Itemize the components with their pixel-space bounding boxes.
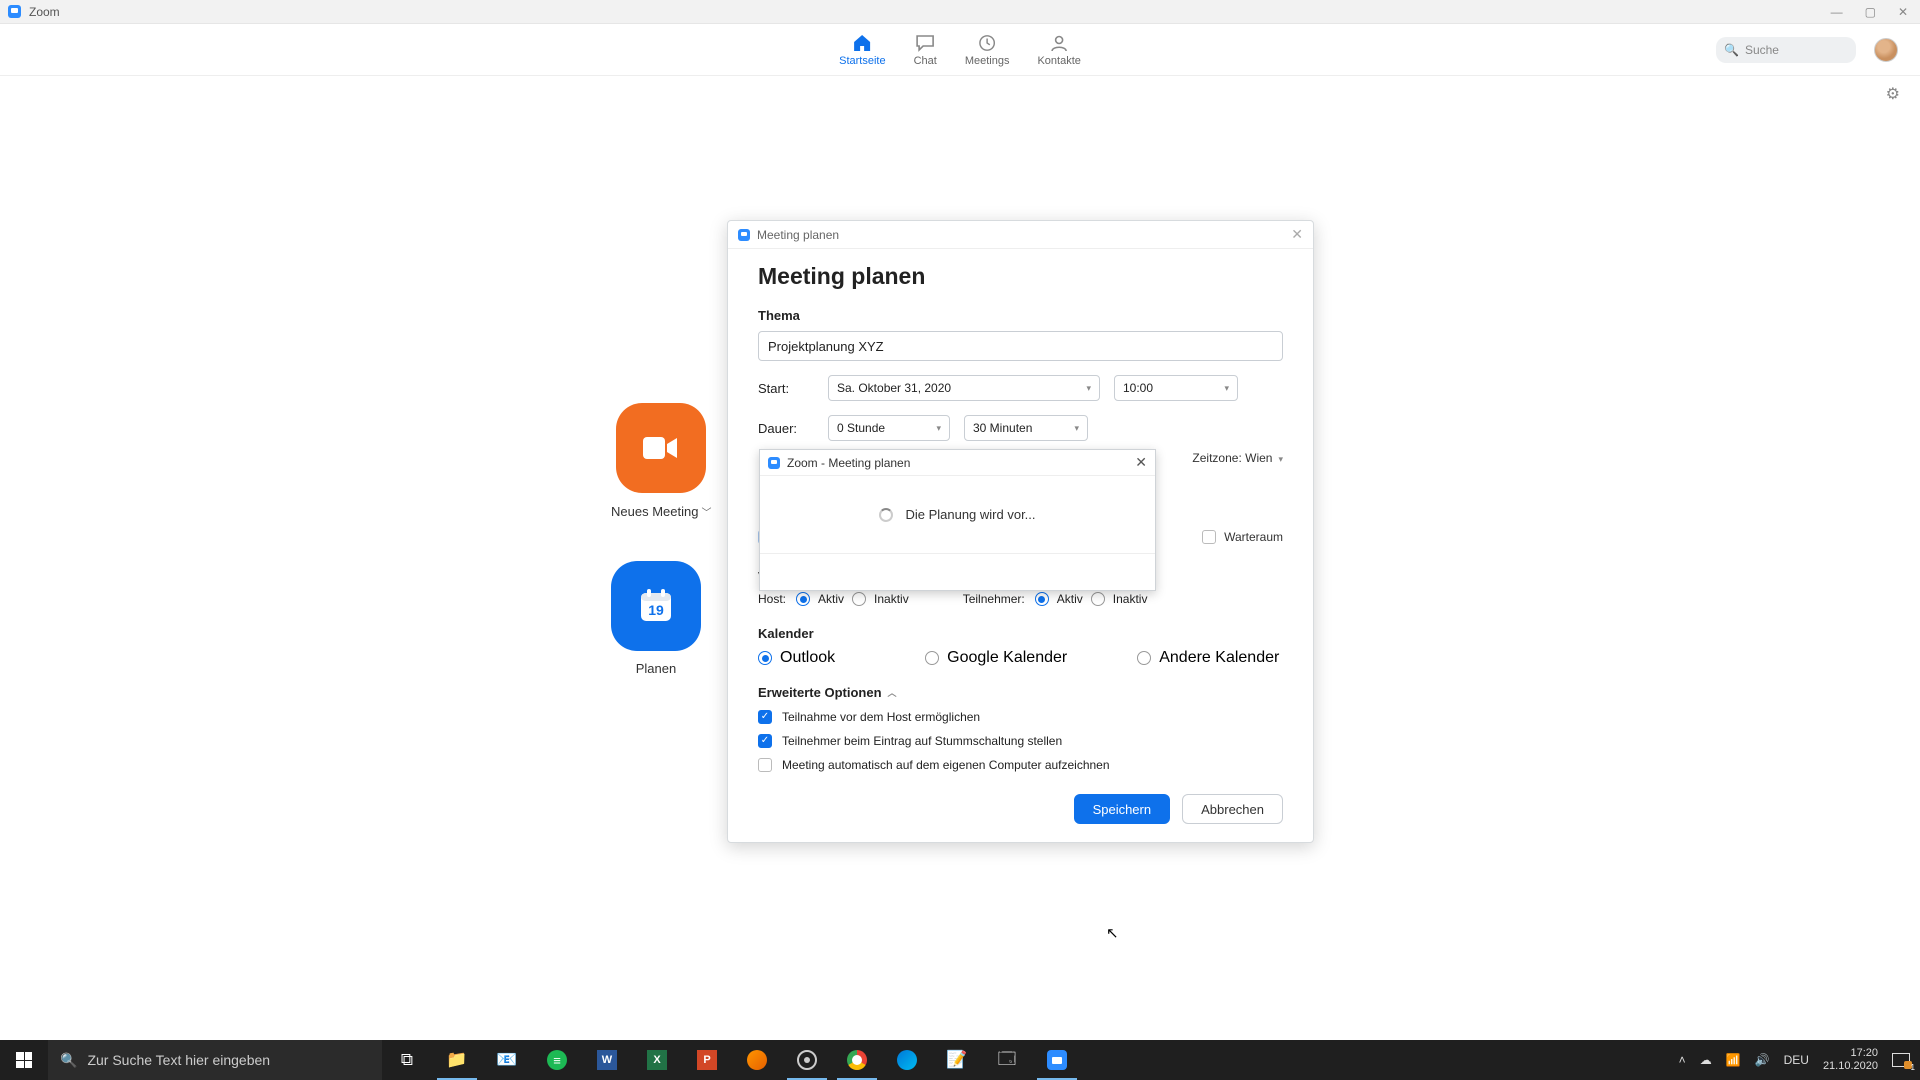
obs-icon[interactable] [782,1040,832,1080]
host-video-on-radio[interactable] [796,592,810,606]
home-icon [851,33,873,53]
chevron-down-icon: ▾ [936,423,941,434]
chevron-down-icon[interactable]: ﹀ [701,508,711,519]
chevron-down-icon: ▾ [1086,383,1091,394]
timezone-select[interactable]: Zeitzone: Wien▾ [1192,451,1283,465]
powerpoint-icon[interactable]: P [682,1040,732,1080]
search-icon: 🔍 [60,1052,77,1069]
contacts-icon [1048,33,1070,53]
svg-text:19: 19 [648,602,664,618]
theme-label: Thema [758,308,1283,323]
dialog-heading: Meeting planen [758,263,1283,290]
tray-language[interactable]: DEU [1784,1053,1809,1067]
word-icon[interactable]: W [582,1040,632,1080]
participant-video-off-radio[interactable] [1091,592,1105,606]
waitroom-checkbox[interactable] [1202,530,1216,544]
chevron-up-icon: ︿ [888,686,897,699]
taskbar-search[interactable]: 🔍 Zur Suche Text hier eingeben [48,1040,382,1080]
chat-icon [914,33,936,53]
calendar-other-radio[interactable] [1137,651,1151,665]
windows-taskbar: 🔍 Zur Suche Text hier eingeben ⧉ 📁 📧 ≡ W… [0,1040,1920,1080]
settings-gear-icon[interactable]: ⚙ [1886,86,1900,103]
search-input[interactable]: 🔍 Suche [1716,37,1856,63]
video-icon [641,433,681,463]
app-header: Startseite Chat Meetings Kontakte 🔍 Such… [0,24,1920,76]
cancel-button[interactable]: Abbrechen [1182,794,1283,824]
window-title: Zoom [29,5,60,19]
zoom-taskbar-icon[interactable] [1032,1040,1082,1080]
schedule-button[interactable]: 19 Planen [611,561,701,676]
calendar-google-radio[interactable] [925,651,939,665]
duration-label: Dauer: [758,421,814,436]
duration-hours-select[interactable]: 0 Stunde▾ [828,415,950,441]
window-titlebar: Zoom — ▢ ✕ [0,0,1920,24]
host-video-off-radio[interactable] [852,592,866,606]
chevron-down-icon: ▾ [1278,454,1283,464]
edge-icon[interactable] [882,1040,932,1080]
avatar[interactable] [1874,38,1898,62]
progress-close-button[interactable]: ✕ [1135,454,1147,471]
join-before-host-checkbox[interactable] [758,710,772,724]
save-button[interactable]: Speichern [1074,794,1171,824]
duration-minutes-select[interactable]: 30 Minuten▾ [964,415,1088,441]
start-label: Start: [758,381,814,396]
spinner-icon [879,508,893,522]
tray-chevron-icon[interactable]: ˄ [1679,1053,1686,1067]
dialog-close-button[interactable]: ✕ [1291,226,1303,243]
nav-meetings[interactable]: Meetings [965,33,1010,67]
mute-on-entry-checkbox[interactable] [758,734,772,748]
mouse-cursor: ↖ [1106,924,1119,942]
search-icon: 🔍 [1724,43,1739,57]
excel-icon[interactable]: X [632,1040,682,1080]
nav-home[interactable]: Startseite [839,33,885,67]
start-date-select[interactable]: Sa. Oktober 31, 2020▾ [828,375,1100,401]
maximize-button[interactable]: ▢ [1865,6,1876,18]
mail-icon[interactable]: 📧 [482,1040,532,1080]
tray-volume-icon[interactable]: 🔊 [1755,1053,1770,1067]
nav-contacts[interactable]: Kontakte [1037,33,1080,67]
spotify-icon[interactable]: ≡ [532,1040,582,1080]
participant-label: Teilnehmer: [963,592,1025,606]
auto-record-checkbox[interactable] [758,758,772,772]
new-meeting-button[interactable]: Neues Meeting﹀ [611,403,711,521]
chevron-down-icon: ▾ [1074,423,1079,434]
task-view-icon[interactable]: ⧉ [382,1040,432,1080]
progress-dialog: Zoom - Meeting planen ✕ Die Planung wird… [759,449,1156,591]
chevron-down-icon: ▾ [1224,383,1229,394]
nav-chat[interactable]: Chat [914,33,937,67]
zoom-icon [8,5,21,18]
tray-wifi-icon[interactable]: 📶 [1726,1053,1741,1067]
app-icon[interactable]: 🗔 [982,1040,1032,1080]
topic-input[interactable] [758,331,1283,361]
zoom-icon [768,457,780,469]
host-label: Host: [758,592,786,606]
dialog-titlebar: Meeting planen ✕ [728,221,1313,249]
calendar-outlook-radio[interactable] [758,651,772,665]
close-button[interactable]: ✕ [1898,6,1908,18]
minimize-button[interactable]: — [1831,6,1843,18]
zoom-icon [738,229,750,241]
calendar-section-label: Kalender [758,626,1283,641]
notification-center-icon[interactable]: 1 [1892,1053,1910,1067]
start-button[interactable] [0,1040,48,1080]
taskbar-clock[interactable]: 17:20 21.10.2020 [1823,1047,1878,1073]
advanced-options-toggle[interactable]: Erweiterte Optionen ︿ [758,685,1283,700]
start-time-select[interactable]: 10:00▾ [1114,375,1238,401]
notepad-icon[interactable]: 📝 [932,1040,982,1080]
clock-icon [976,33,998,53]
firefox-icon[interactable] [732,1040,782,1080]
chrome-icon[interactable] [832,1040,882,1080]
tray-onedrive-icon[interactable]: ☁ [1700,1053,1712,1067]
calendar-icon: 19 [635,585,677,627]
file-explorer-icon[interactable]: 📁 [432,1040,482,1080]
participant-video-on-radio[interactable] [1035,592,1049,606]
